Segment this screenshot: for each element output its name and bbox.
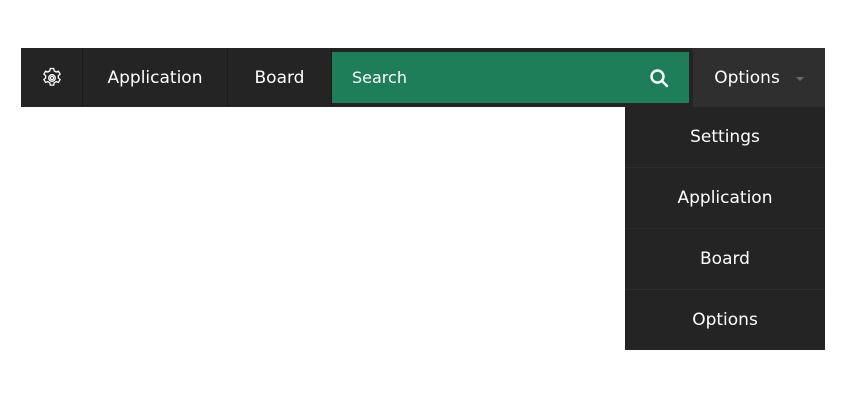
dropdown-item-application[interactable]: Application: [625, 168, 825, 229]
top-navbar: Application Board Options: [21, 48, 825, 107]
dropdown-item-label: Settings: [690, 127, 760, 147]
settings-button[interactable]: [21, 48, 83, 107]
chevron-down-icon: [795, 76, 804, 81]
nav-item-label: Application: [107, 67, 203, 88]
options-label: Options: [714, 67, 780, 88]
dropdown-item-options[interactable]: Options: [625, 290, 825, 350]
dropdown-item-board[interactable]: Board: [625, 229, 825, 290]
options-dropdown-menu: Settings Application Board Options: [625, 107, 825, 350]
search-icon[interactable]: [649, 68, 669, 88]
nav-item-label: Board: [254, 67, 305, 88]
dropdown-item-settings[interactable]: Settings: [625, 107, 825, 168]
gear-icon: [42, 67, 61, 86]
dropdown-item-label: Options: [692, 310, 758, 330]
nav-item-board[interactable]: Board: [228, 48, 332, 107]
nav-item-application[interactable]: Application: [83, 48, 228, 107]
options-dropdown-toggle[interactable]: Options: [693, 48, 825, 107]
dropdown-item-label: Application: [677, 188, 773, 208]
search-box[interactable]: [332, 51, 689, 104]
dropdown-item-label: Board: [700, 249, 750, 269]
search-input[interactable]: [332, 51, 644, 104]
